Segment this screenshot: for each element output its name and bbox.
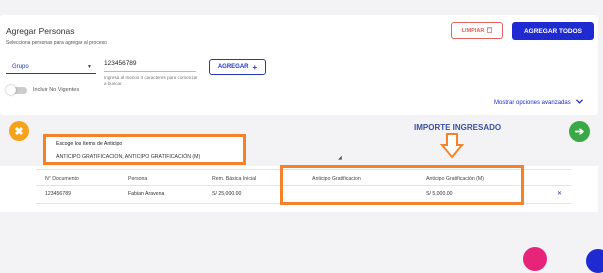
remove-row-icon[interactable]: ✕ (557, 190, 562, 197)
document-search-input[interactable]: 123456789 (104, 60, 196, 72)
limpiar-button[interactable]: LIMPIAR (451, 22, 503, 39)
close-icon: ✖ (14, 125, 24, 138)
help-fab-button[interactable] (586, 249, 603, 273)
next-button[interactable]: ➔ (569, 121, 590, 142)
importe-ingresado-annotation: IMPORTE INGRESADO (414, 123, 502, 132)
agregar-label: AGREGAR (217, 64, 249, 70)
arrow-right-icon: ➔ (574, 126, 585, 138)
page-subtitle: Selecciona personas para agregar al proc… (6, 40, 107, 46)
chevron-down-icon (575, 99, 583, 106)
agregar-todos-button[interactable]: AGREGAR TODOS (512, 22, 594, 40)
page-title: Agregar Personas (6, 26, 75, 36)
agregar-button[interactable]: AGREGAR + (209, 59, 266, 75)
arrow-down-annotation-icon (439, 133, 465, 164)
incluir-no-vigentes-toggle[interactable] (6, 85, 27, 95)
cell-rem-basica: S/ 25,000.00 (212, 191, 242, 197)
col-header-rem-basica: Rem. Básica Inicial (212, 176, 257, 182)
toggle-label: Incluir No Vigentes (33, 87, 80, 93)
caret-down-icon: ▼ (87, 64, 92, 70)
caret-down-icon: ◢ (338, 155, 342, 161)
cell-documento: 123456789 (45, 191, 71, 197)
anticipo-items-label: Escoge los ítems de Anticipo (56, 141, 123, 147)
grupo-select[interactable]: Grupo ▼ (6, 60, 96, 74)
toggle-knob (6, 85, 16, 95)
advanced-options-label: Mostrar opciones avanzadas (494, 99, 571, 106)
cancel-button[interactable]: ✖ (9, 121, 29, 141)
trash-icon (487, 26, 493, 35)
col-header-documento: N° Documento (45, 176, 79, 182)
importe-highlight-box (280, 165, 524, 205)
search-hint: Ingresa al menos 3 caracteres para comen… (104, 75, 198, 86)
col-header-persona: Persona (128, 176, 148, 182)
cell-persona: Fabian Aravena (128, 191, 165, 197)
plus-icon: + (252, 62, 258, 72)
limpiar-label: LIMPIAR (461, 27, 485, 34)
chat-fab-button[interactable] (523, 247, 547, 271)
anticipo-items-value: ANTICIPO GRATIFICACION, ANTICIPO GRATIFI… (56, 154, 201, 160)
advanced-options-link[interactable]: Mostrar opciones avanzadas (494, 99, 583, 106)
grupo-select-value: Grupo (12, 64, 29, 70)
anticipo-items-select[interactable]: Escoge los ítems de Anticipo ANTICIPO GR… (43, 134, 246, 165)
